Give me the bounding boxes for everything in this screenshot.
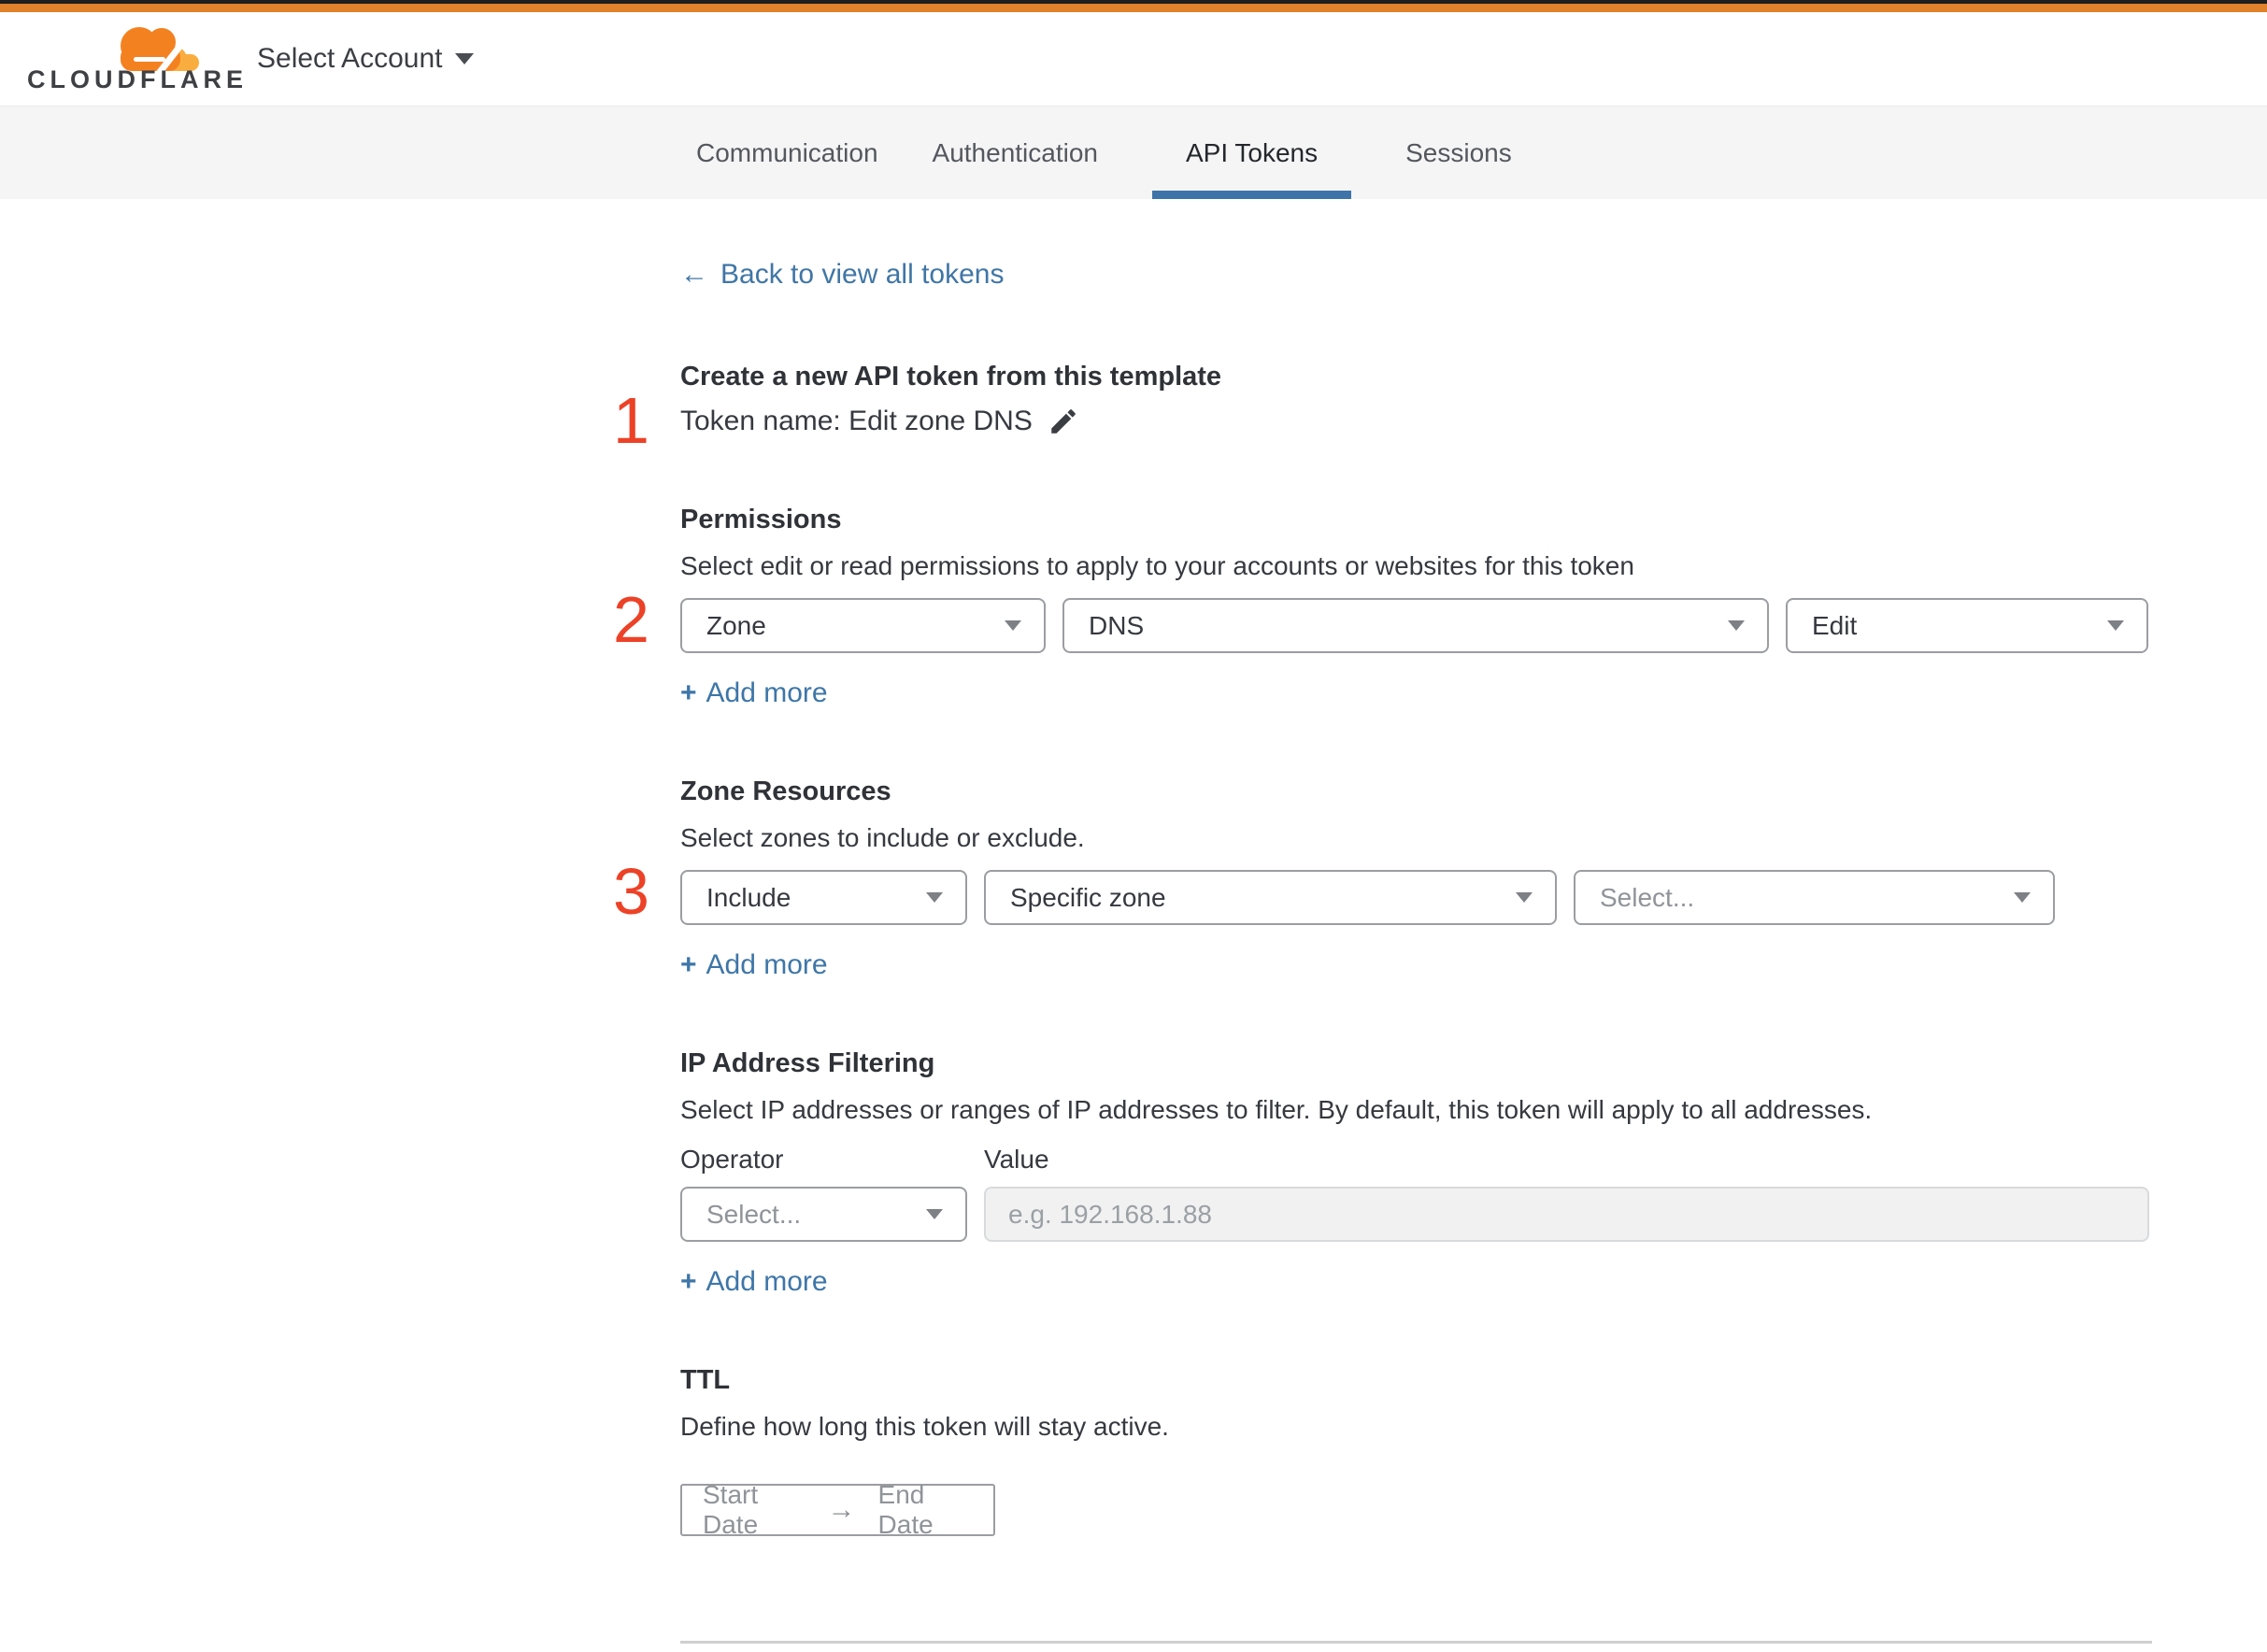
footer-divider <box>680 1641 2152 1644</box>
step-number-3: 3 <box>613 855 649 928</box>
section-permissions: 2 Permissions Select edit or read permis… <box>613 503 2152 709</box>
profile-tabbar: Communication Authentication API Tokens … <box>0 106 2267 199</box>
ip-filtering-title: IP Address Filtering <box>680 1048 935 1078</box>
chevron-down-icon <box>2014 892 2031 903</box>
template-section-title: Create a new API token from this templat… <box>680 362 1222 392</box>
tab-api-tokens[interactable]: API Tokens <box>1152 107 1352 199</box>
chevron-down-icon <box>455 53 475 64</box>
back-link-label: Back to view all tokens <box>720 259 1005 290</box>
permission-level-select[interactable]: Edit <box>1786 598 2148 653</box>
ttl-title: TTL <box>680 1365 731 1395</box>
token-name-text: Token name: Edit zone DNS <box>680 406 1033 436</box>
chevron-down-icon <box>1005 620 1021 631</box>
section-ttl: TTL Define how long this token will stay… <box>680 1363 2152 1539</box>
chevron-down-icon <box>1728 620 1745 631</box>
arrow-right-icon: → <box>827 1494 856 1525</box>
account-selector[interactable]: Select Account <box>257 43 475 75</box>
cloudflare-logo: CLOUDFLARE <box>27 21 243 96</box>
section-zone-resources: 3 Zone Resources Select zones to include… <box>613 775 2152 981</box>
plus-icon: + <box>680 1266 697 1297</box>
plus-icon: + <box>680 677 697 708</box>
zone-resources-title: Zone Resources <box>680 776 891 806</box>
zone-resources-add-more-link[interactable]: + Add more <box>680 949 828 981</box>
permissions-add-more-link[interactable]: + Add more <box>680 677 828 709</box>
tab-authentication[interactable]: Authentication <box>933 107 1098 199</box>
operator-label: Operator <box>680 1145 784 1174</box>
ip-value-input[interactable] <box>984 1187 2149 1242</box>
permissions-subtitle: Select edit or read permissions to apply… <box>680 551 1634 580</box>
chevron-down-icon <box>1516 892 1533 903</box>
zone-type-select[interactable]: Specific zone <box>984 870 1557 925</box>
zone-resources-subtitle: Select zones to include or exclude. <box>680 823 1085 852</box>
plus-icon: + <box>680 949 697 980</box>
tab-communication[interactable]: Communication <box>696 107 878 199</box>
permission-group-select[interactable]: DNS <box>1062 598 1769 653</box>
step-number-1: 1 <box>613 384 649 457</box>
permission-scope-select[interactable]: Zone <box>680 598 1046 653</box>
section-token-template: 1 Create a new API token from this templ… <box>613 360 2152 453</box>
brand-orange-stripe <box>0 4 2267 12</box>
edit-pencil-icon[interactable] <box>1048 406 1079 437</box>
cloudflare-wordmark: CLOUDFLARE <box>27 65 248 93</box>
start-date-placeholder: Start Date <box>703 1480 759 1539</box>
back-arrow-icon: ← <box>680 259 708 290</box>
ip-operator-select[interactable]: Select... <box>680 1187 967 1242</box>
main-content: ← Back to view all tokens 1 Create a new… <box>0 199 2267 1652</box>
zone-name-select[interactable]: Select... <box>1574 870 2055 925</box>
ip-filtering-subtitle: Select IP addresses or ranges of IP addr… <box>680 1095 1873 1124</box>
value-label: Value <box>984 1145 1049 1174</box>
tab-sessions[interactable]: Sessions <box>1405 107 1512 199</box>
chevron-down-icon <box>926 1209 943 1219</box>
app-header: CLOUDFLARE Select Account <box>0 12 2267 106</box>
end-date-placeholder: End Date <box>877 1480 934 1539</box>
ttl-subtitle: Define how long this token will stay act… <box>680 1412 1169 1441</box>
ip-filtering-add-more-link[interactable]: + Add more <box>680 1266 828 1298</box>
back-to-tokens-link[interactable]: ← Back to view all tokens <box>680 259 1004 291</box>
ttl-date-range-picker[interactable]: Start Date → End Date <box>680 1480 995 1539</box>
permissions-title: Permissions <box>680 505 842 534</box>
chevron-down-icon <box>926 892 943 903</box>
zone-include-select[interactable]: Include <box>680 870 967 925</box>
step-number-2: 2 <box>613 583 649 656</box>
account-selector-label: Select Account <box>257 43 443 74</box>
section-ip-filtering: IP Address Filtering Select IP addresses… <box>680 1047 2152 1298</box>
chevron-down-icon <box>2107 620 2124 631</box>
